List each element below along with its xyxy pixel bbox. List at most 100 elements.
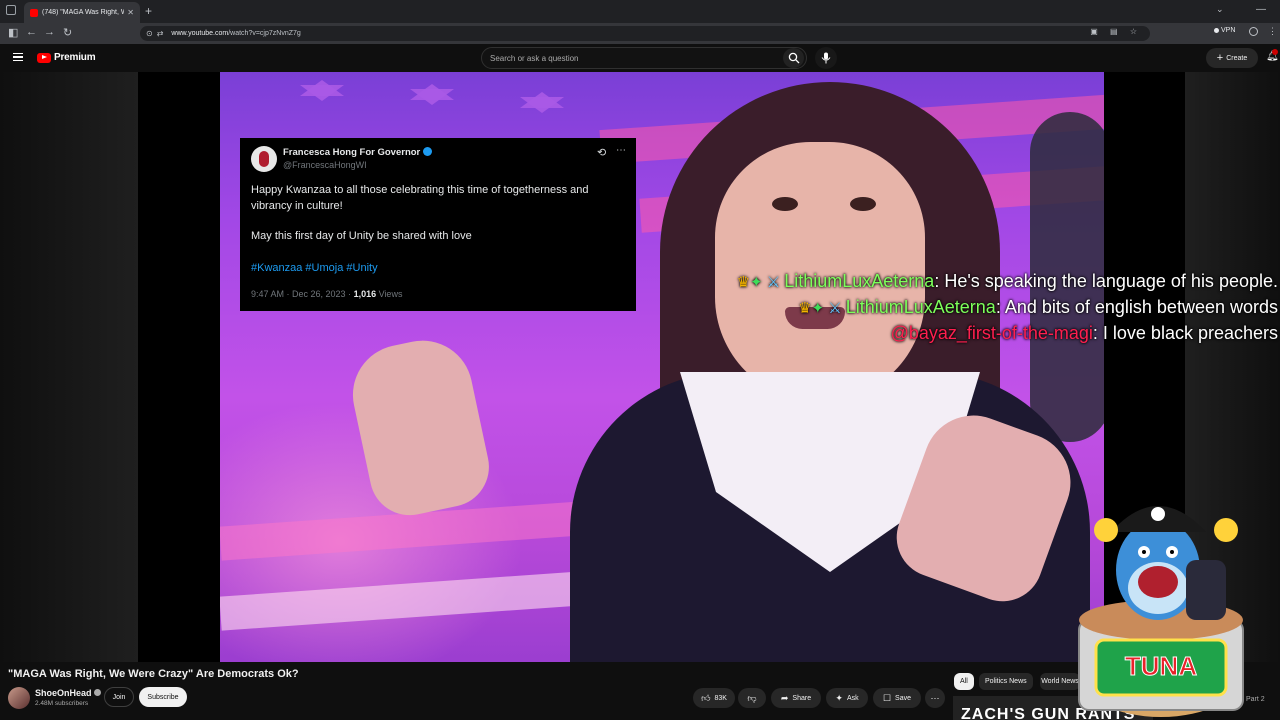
minimize-icon[interactable]: — xyxy=(1256,4,1266,15)
host-eye xyxy=(772,197,798,211)
channel-avatar[interactable] xyxy=(8,687,30,709)
address-bar-action-icons[interactable]: ▣ ▤ ☆ xyxy=(1090,27,1142,36)
page-background-left xyxy=(0,72,138,662)
more-horizontal-icon: ⋯ xyxy=(930,692,940,703)
dislike-button[interactable]: 👎︎ xyxy=(738,688,766,708)
tweet-author-name: Francesca Hong For Governor xyxy=(283,147,421,158)
sparkle-icon: ✦ xyxy=(835,692,843,703)
search-input[interactable] xyxy=(490,53,770,63)
notifications-button[interactable]: 🔔︎ xyxy=(1266,49,1279,62)
create-label: Create xyxy=(1226,54,1248,62)
channel-name-row[interactable]: ShoeOnHead xyxy=(35,688,101,698)
tweet-timestamp: 9:47 AM · Dec 26, 2023 · xyxy=(251,289,354,299)
tweet-card: Francesca Hong For Governor @FrancescaHo… xyxy=(240,138,636,311)
chip-all[interactable]: All xyxy=(954,673,974,690)
chat-text: : And bits of english between words xyxy=(995,297,1278,317)
chat-message: @bayaz_first-of-the-magi: I love black p… xyxy=(891,323,1278,344)
tune-icon[interactable]: ⇄ xyxy=(157,29,164,38)
microphone-icon xyxy=(821,52,831,64)
browser-tab-active[interactable]: (748) "MAGA Was Right, We Wa ✕ xyxy=(24,2,140,23)
sword-badge-icon: ⚔ xyxy=(766,274,781,291)
url-path: /watch?v=cjp7zNvnZ7g xyxy=(228,30,301,37)
ask-button[interactable]: ✦ Ask xyxy=(826,688,868,708)
back-icon[interactable]: ← xyxy=(26,26,37,38)
save-button[interactable]: ☐ Save xyxy=(873,688,921,708)
search-button[interactable] xyxy=(783,48,804,68)
tuna-label: TUNA xyxy=(1125,651,1197,681)
share-icon: ➦ xyxy=(780,692,789,703)
gem-badge-icon: ✦ xyxy=(750,274,763,291)
address-bar[interactable]: ⊙ ⇄ www.youtube.com /watch?v=cjp7zNvnZ7g… xyxy=(140,26,1150,41)
profile-icon[interactable] xyxy=(1249,27,1258,36)
tab-title: (748) "MAGA Was Right, We Wa xyxy=(42,9,125,16)
thumbs-down-icon: 👎︎ xyxy=(747,692,757,703)
tweet-body-line1: Happy Kwanzaa to all those celebrating t… xyxy=(251,184,589,212)
browser-toolbar: ◧ ← → ↻ ⊙ ⇄ www.youtube.com /watch?v=cjp… xyxy=(0,23,1280,44)
share-button[interactable]: ➦ Share xyxy=(771,688,821,708)
share-label: Share xyxy=(792,694,812,702)
chat-text: : He's speaking the language of his peop… xyxy=(934,271,1278,291)
forward-icon[interactable]: → xyxy=(44,26,55,38)
sword-badge-icon: ⚔ xyxy=(828,300,842,317)
save-label: Save xyxy=(895,694,912,702)
browser-menu-icon[interactable]: ⋮ xyxy=(1268,26,1277,37)
thumbs-up-icon: 👍︎ xyxy=(701,692,711,703)
join-button[interactable]: Join xyxy=(104,687,134,707)
logo-text: Premium xyxy=(54,52,96,63)
tweet-views-count: 1,016 xyxy=(353,289,377,299)
chip-politics-news[interactable]: Politics News xyxy=(979,673,1033,690)
like-count: 83K xyxy=(714,694,727,702)
voice-search-button[interactable] xyxy=(815,47,837,69)
guide-menu-icon[interactable] xyxy=(13,53,23,61)
search-icon xyxy=(788,52,799,64)
notification-badge xyxy=(1272,49,1278,55)
browser-tab-strip: (748) "MAGA Was Right, We Wa ✕ + ⌄ — xyxy=(0,0,1280,23)
tab-search-chevron-icon[interactable]: ⌄ xyxy=(1216,4,1224,15)
chip-world-news[interactable]: World News xyxy=(1040,673,1080,690)
vpn-button[interactable]: VPN xyxy=(1214,27,1235,34)
youtube-premium-logo[interactable]: Premium xyxy=(37,52,96,63)
tweet-avatar xyxy=(251,146,277,172)
gem-badge-icon: ✦ xyxy=(811,300,825,317)
ask-label: Ask xyxy=(846,694,859,702)
url-host: www.youtube.com xyxy=(171,30,229,37)
new-tab-icon[interactable]: + xyxy=(145,4,152,18)
vpn-status-icon xyxy=(1214,28,1219,33)
close-tab-icon[interactable]: ✕ xyxy=(127,8,134,17)
more-actions-button[interactable]: ⋯ xyxy=(925,688,945,708)
host-eye xyxy=(850,197,876,211)
create-button[interactable]: + Create xyxy=(1206,48,1258,68)
verified-check-icon xyxy=(93,689,101,696)
crown-badge-icon: ♛ xyxy=(736,274,751,291)
youtube-play-icon xyxy=(37,52,51,63)
grok-icon: ⟲ xyxy=(597,147,607,159)
crown-badge-icon: ♛ xyxy=(798,300,812,317)
tuna-mascot-overlay: TUNA xyxy=(1078,506,1244,717)
tweet-handle: @FrancescaHongWI xyxy=(283,160,367,170)
more-options-icon: ⋯ xyxy=(616,145,626,156)
like-button[interactable]: 👍︎ 83K xyxy=(693,688,735,708)
tweet-hashtags: #Kwanzaa #Umoja #Unity xyxy=(251,262,378,274)
youtube-favicon-icon xyxy=(30,8,38,17)
window-menu-icon[interactable] xyxy=(6,5,16,15)
tweet-body-line2: May this first day of Unity be shared wi… xyxy=(251,230,472,242)
verified-badge-icon xyxy=(423,147,433,156)
reload-icon[interactable]: ↻ xyxy=(63,26,72,39)
channel-name[interactable]: ShoeOnHead xyxy=(35,688,92,698)
chat-badges: ♛✦ ⚔ xyxy=(737,274,781,291)
site-info-icon[interactable]: ⊙ xyxy=(146,29,153,38)
chat-message: ♛✦ ⚔ LithiumLuxAeterna: And bits of engli… xyxy=(798,297,1278,318)
chat-message: ♛✦ ⚔ LithiumLuxAeterna: He's speaking the… xyxy=(737,271,1278,292)
flag-star xyxy=(300,80,344,101)
vpn-label: VPN xyxy=(1221,27,1236,34)
chat-username: @bayaz_first-of-the-magi xyxy=(890,323,1093,343)
chat-text: : I love black preachers xyxy=(1092,323,1278,343)
chat-badges: ♛✦ ⚔ xyxy=(798,300,842,317)
plus-icon: + xyxy=(1216,52,1224,64)
sidebar-toggle-icon[interactable]: ◧ xyxy=(8,26,18,39)
tweet-views-label: Views xyxy=(376,289,403,299)
video-title: "MAGA Was Right, We Were Crazy" Are Demo… xyxy=(8,668,299,680)
host-left-hand xyxy=(343,331,497,523)
subscribe-button[interactable]: Subscribe xyxy=(139,687,187,707)
search-box[interactable] xyxy=(481,47,807,69)
